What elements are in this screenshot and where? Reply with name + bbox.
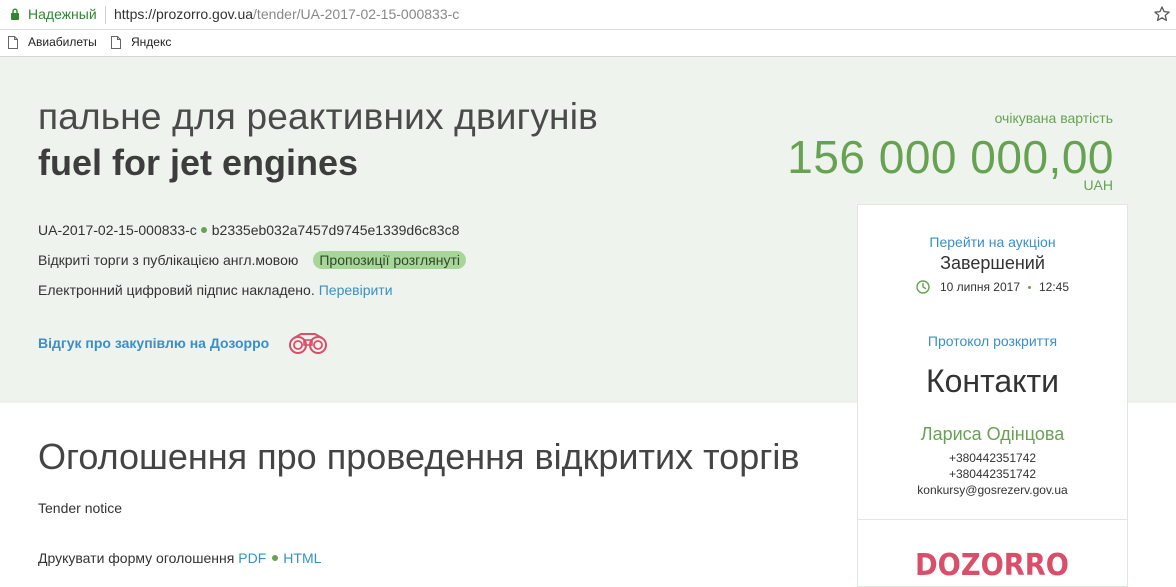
card-divider bbox=[858, 519, 1127, 520]
print-label: Друкувати форму оголошення bbox=[38, 550, 235, 566]
bookmark-star-icon[interactable] bbox=[1153, 5, 1171, 23]
separator-dot bbox=[1028, 285, 1031, 289]
auction-status: Завершений bbox=[940, 253, 1045, 273]
bookmarks-bar: Авиабилеты Яндекс bbox=[0, 30, 1176, 57]
secure-label[interactable]: Надежный bbox=[28, 6, 97, 22]
expected-value-label: очікувана вартість bbox=[994, 110, 1113, 126]
opening-protocol-link[interactable]: Протокол розкриття bbox=[858, 333, 1127, 349]
signature-text: Електронний цифровий підпис накладено. bbox=[38, 282, 315, 298]
page-icon bbox=[8, 35, 18, 49]
separator-dot bbox=[200, 227, 207, 233]
url-path: /tender/UA-2017-02-15-000833-c bbox=[253, 6, 460, 22]
auction-time: 12:45 bbox=[1039, 280, 1070, 294]
lock-icon bbox=[11, 8, 19, 20]
print-form-line: Друкувати форму оголошення PDF HTML bbox=[38, 550, 321, 566]
address-separator bbox=[105, 6, 106, 24]
go-to-auction-link[interactable]: Перейти на аукціон bbox=[858, 234, 1127, 250]
separator-dot bbox=[272, 555, 279, 561]
contact-email[interactable]: konkursy@gosrezerv.gov.ua bbox=[858, 483, 1127, 497]
print-pdf-link[interactable]: PDF bbox=[238, 550, 266, 566]
url-base: https://prozorro.gov.ua bbox=[114, 6, 254, 22]
dozorro-feedback-link[interactable]: Відгук про закупівлю на Дозорро bbox=[38, 335, 269, 351]
bookmark-label: Авиабилеты bbox=[28, 35, 97, 49]
procedure-type: Відкриті торги з публікацією англ.мовою bbox=[38, 252, 299, 268]
tender-title-ua: пальне для реактивних двигунів bbox=[38, 96, 598, 137]
auction-datetime: 10 липня 2017 12:45 bbox=[858, 280, 1127, 294]
tender-hash: b2335eb032a7457d9745e1339d6c83c8 bbox=[211, 222, 460, 238]
signature-line: Електронний цифровий підпис накладено. П… bbox=[38, 282, 393, 298]
expected-value-amount: 156 000 000,00 bbox=[787, 131, 1114, 183]
address-bar[interactable]: Надежный https://prozorro.gov.ua/tender/… bbox=[0, 0, 1176, 30]
bookmark-aviabilety[interactable]: Авиабилеты bbox=[8, 35, 97, 49]
expected-value-currency: UAH bbox=[1083, 177, 1113, 193]
tender-id-line: UA-2017-02-15-000833-c b2335eb032a7457d9… bbox=[38, 222, 459, 238]
print-html-link[interactable]: HTML bbox=[283, 550, 321, 566]
tender-id: UA-2017-02-15-000833-c bbox=[38, 222, 197, 238]
clock-icon bbox=[916, 280, 930, 294]
url-text[interactable]: https://prozorro.gov.ua/tender/UA-2017-0… bbox=[114, 6, 459, 22]
contacts-title: Контакти bbox=[925, 363, 1060, 399]
bookmark-label: Яндекс bbox=[131, 35, 172, 49]
dozorro-logo[interactable]: DOZORRO bbox=[915, 541, 1071, 581]
status-badge: Пропозиції розглянуті bbox=[313, 251, 466, 269]
verify-signature-link[interactable]: Перевірити bbox=[319, 282, 393, 298]
binoculars-icon[interactable] bbox=[287, 331, 329, 355]
page-icon bbox=[111, 35, 121, 49]
contact-phone: +380442351742 bbox=[948, 467, 1037, 481]
dozorro-feedback[interactable]: Відгук про закупівлю на Дозорро bbox=[38, 331, 329, 355]
auction-date: 10 липня 2017 bbox=[939, 280, 1020, 294]
svg-text:DOZORRO: DOZORRO bbox=[915, 548, 1069, 581]
tender-sidebar-card: Перейти на аукціон Завершений 10 липня 2… bbox=[857, 204, 1128, 587]
notice-subtitle-en: Tender notice bbox=[38, 500, 123, 516]
contact-phone: +380442351742 bbox=[948, 451, 1037, 465]
contact-name: Лариса Одінцова bbox=[920, 424, 1065, 444]
procedure-line: Відкриті торги з публікацією англ.мовою … bbox=[38, 251, 466, 269]
notice-title: Оголошення про проведення відкритих торг… bbox=[38, 436, 800, 477]
tender-title-en: fuel for jet engines bbox=[38, 142, 359, 183]
bookmark-yandex[interactable]: Яндекс bbox=[111, 35, 171, 49]
